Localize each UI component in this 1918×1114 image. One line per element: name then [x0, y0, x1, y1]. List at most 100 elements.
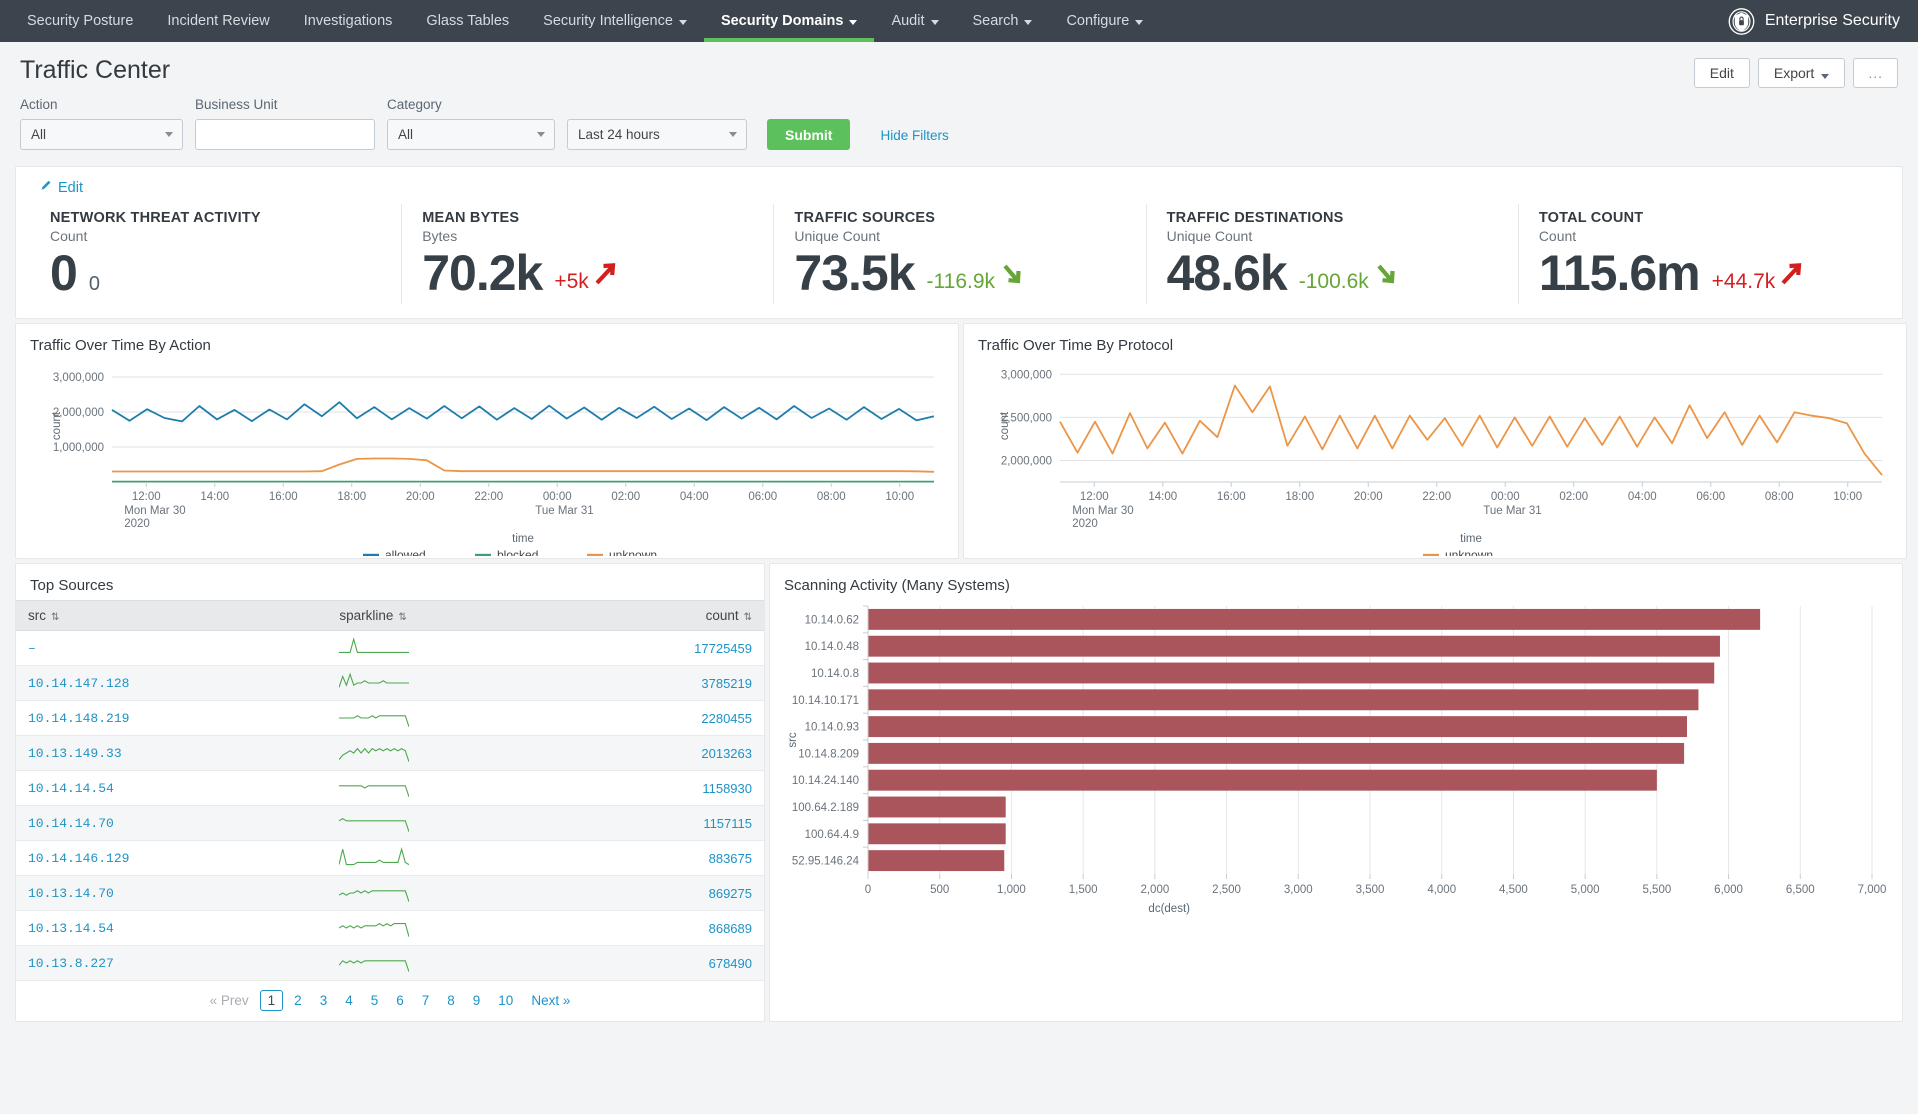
- cell-src[interactable]: 10.14.14.54: [16, 770, 328, 806]
- cell-count[interactable]: 1157115: [560, 805, 764, 841]
- table-row[interactable]: 10.14.148.219 2280455: [16, 700, 764, 736]
- cell-count[interactable]: 2013263: [560, 735, 764, 771]
- category-select[interactable]: All: [387, 119, 555, 150]
- cell-sparkline[interactable]: [327, 840, 561, 876]
- cell-count[interactable]: 869275: [560, 875, 764, 911]
- cell-sparkline[interactable]: [327, 735, 561, 771]
- export-button[interactable]: Export: [1757, 58, 1846, 88]
- nav-item-incident-review[interactable]: Incident Review: [150, 0, 286, 42]
- pager-prev[interactable]: « Prev: [203, 991, 256, 1010]
- kpi-delta: -100.6k: [1298, 270, 1369, 293]
- cell-src[interactable]: 10.14.148.219: [16, 700, 328, 736]
- cell-count[interactable]: 868689: [560, 910, 764, 946]
- table-row[interactable]: 10.14.146.129 883675: [16, 840, 764, 876]
- svg-text:00:00: 00:00: [1491, 491, 1520, 503]
- table-row[interactable]: – 17725459: [16, 630, 764, 666]
- pager-next[interactable]: Next »: [524, 991, 577, 1010]
- nav-item-investigations[interactable]: Investigations: [287, 0, 410, 42]
- pager-page-2[interactable]: 2: [287, 991, 309, 1010]
- kpi-traffic-destinations[interactable]: TRAFFIC DESTINATIONS Unique Count 48.6k -10…: [1145, 204, 1518, 304]
- pager-page-7[interactable]: 7: [415, 991, 437, 1010]
- table-row[interactable]: 10.13.14.54 868689: [16, 910, 764, 946]
- svg-text:52.95.146.24: 52.95.146.24: [792, 856, 860, 868]
- category-filter: Category All: [387, 97, 555, 150]
- nav-item-label: Investigations: [303, 13, 393, 29]
- cell-src[interactable]: 10.13.8.227: [16, 945, 328, 981]
- column-header-src[interactable]: src ⇅: [16, 600, 328, 631]
- cell-sparkline[interactable]: [327, 910, 561, 946]
- traffic-by-action-chart[interactable]: 1,000,000 2,000,000 3,000,000 12:00 Mon Mar …: [16, 360, 958, 562]
- cell-sparkline[interactable]: [327, 700, 561, 736]
- pager-page-1[interactable]: 1: [259, 990, 284, 1011]
- svg-text:14:00: 14:00: [1148, 491, 1177, 503]
- table-row[interactable]: 10.14.14.54 1158930: [16, 770, 764, 806]
- business-unit-input[interactable]: [195, 119, 375, 150]
- column-header-count[interactable]: count ⇅: [560, 600, 764, 631]
- scanning-activity-chart[interactable]: 0 500 1,000 1,500 2,000 2,500 3,000 3,500 4,000 4…: [770, 600, 1902, 935]
- cell-src[interactable]: 10.13.14.54: [16, 910, 328, 946]
- svg-text:5,000: 5,000: [1571, 884, 1600, 896]
- kpi-total-count[interactable]: TOTAL COUNT Count 115.6m +44.7k: [1517, 204, 1890, 304]
- cell-sparkline[interactable]: [327, 805, 561, 841]
- nav-item-security-intelligence[interactable]: Security Intelligence: [526, 0, 704, 42]
- table-row[interactable]: 10.13.8.227 678490: [16, 945, 764, 981]
- cell-count[interactable]: 678490: [560, 945, 764, 981]
- cell-count[interactable]: 2280455: [560, 700, 764, 736]
- pager-page-5[interactable]: 5: [364, 991, 386, 1010]
- kpi-value-row: 70.2k +5k: [422, 246, 773, 300]
- nav-item-configure[interactable]: Configure: [1049, 0, 1160, 42]
- traffic-by-protocol-chart[interactable]: 2,000,000 2,500,000 3,000,000 12:00 Mon Mar …: [964, 360, 1906, 562]
- svg-text:2,000: 2,000: [1140, 884, 1169, 896]
- edit-button[interactable]: Edit: [1693, 58, 1750, 88]
- pager-page-9[interactable]: 9: [466, 991, 488, 1010]
- table-row[interactable]: 10.14.14.70 1157115: [16, 805, 764, 841]
- cell-count[interactable]: 3785219: [560, 665, 764, 701]
- cell-count[interactable]: 1158930: [560, 770, 764, 806]
- svg-text:6,000: 6,000: [1714, 884, 1743, 896]
- cell-src[interactable]: 10.14.147.128: [16, 665, 328, 701]
- nav-item-audit[interactable]: Audit: [874, 0, 955, 42]
- cell-src[interactable]: 10.14.14.70: [16, 805, 328, 841]
- cell-sparkline[interactable]: [327, 665, 561, 701]
- cell-src[interactable]: 10.13.14.70: [16, 875, 328, 911]
- table-row[interactable]: 10.13.149.33 2013263: [16, 735, 764, 771]
- cell-sparkline[interactable]: [327, 770, 561, 806]
- pencil-icon: [40, 179, 53, 196]
- nav-item-security-posture[interactable]: Security Posture: [10, 0, 150, 42]
- action-select[interactable]: All: [20, 119, 183, 150]
- more-options-button[interactable]: ...: [1853, 58, 1898, 88]
- nav-item-glass-tables[interactable]: Glass Tables: [409, 0, 526, 42]
- kpi-network-threat-activity[interactable]: NETWORK THREAT ACTIVITY Count 0 0: [28, 204, 401, 304]
- cell-src[interactable]: 10.14.146.129: [16, 840, 328, 876]
- header-actions: Edit Export ...: [1693, 58, 1898, 88]
- kpi-edit-link[interactable]: Edit: [40, 179, 1890, 196]
- pager-page-4[interactable]: 4: [338, 991, 360, 1010]
- cell-count[interactable]: 17725459: [560, 630, 764, 666]
- time-range-select[interactable]: Last 24 hours: [567, 119, 747, 150]
- cell-sparkline[interactable]: [327, 945, 561, 981]
- column-header-sparkline[interactable]: sparkline ⇅: [327, 600, 561, 631]
- table-row[interactable]: 10.13.14.70 869275: [16, 875, 764, 911]
- kpi-value: 0: [50, 245, 78, 301]
- traffic-by-protocol-panel: Traffic Over Time By Protocol 2,000,000 2…: [963, 323, 1907, 562]
- trend-up-arrow-icon: [1778, 259, 1804, 294]
- nav-item-search[interactable]: Search: [956, 0, 1050, 42]
- kpi-mean-bytes[interactable]: MEAN BYTES Bytes 70.2k +5k: [401, 204, 773, 304]
- submit-button[interactable]: Submit: [767, 119, 851, 150]
- kpi-traffic-sources[interactable]: TRAFFIC SOURCES Unique Count 73.5k -116.9k: [773, 204, 1145, 304]
- pager-page-6[interactable]: 6: [389, 991, 411, 1010]
- svg-text:08:00: 08:00: [1765, 491, 1794, 503]
- cell-sparkline[interactable]: [327, 630, 561, 666]
- pager-page-8[interactable]: 8: [440, 991, 462, 1010]
- cell-count[interactable]: 883675: [560, 840, 764, 876]
- pager-page-10[interactable]: 10: [491, 991, 520, 1010]
- pager-page-3[interactable]: 3: [313, 991, 335, 1010]
- hide-filters-link[interactable]: Hide Filters: [880, 128, 948, 150]
- cell-src[interactable]: –: [16, 630, 328, 666]
- svg-text:Mon Mar 30: Mon Mar 30: [1072, 505, 1133, 517]
- nav-item-security-domains[interactable]: Security Domains: [703, 0, 875, 42]
- table-row[interactable]: 10.14.147.128 3785219: [16, 665, 764, 701]
- svg-text:2,000,000: 2,000,000: [1001, 455, 1052, 467]
- cell-src[interactable]: 10.13.149.33: [16, 735, 328, 771]
- cell-sparkline[interactable]: [327, 875, 561, 911]
